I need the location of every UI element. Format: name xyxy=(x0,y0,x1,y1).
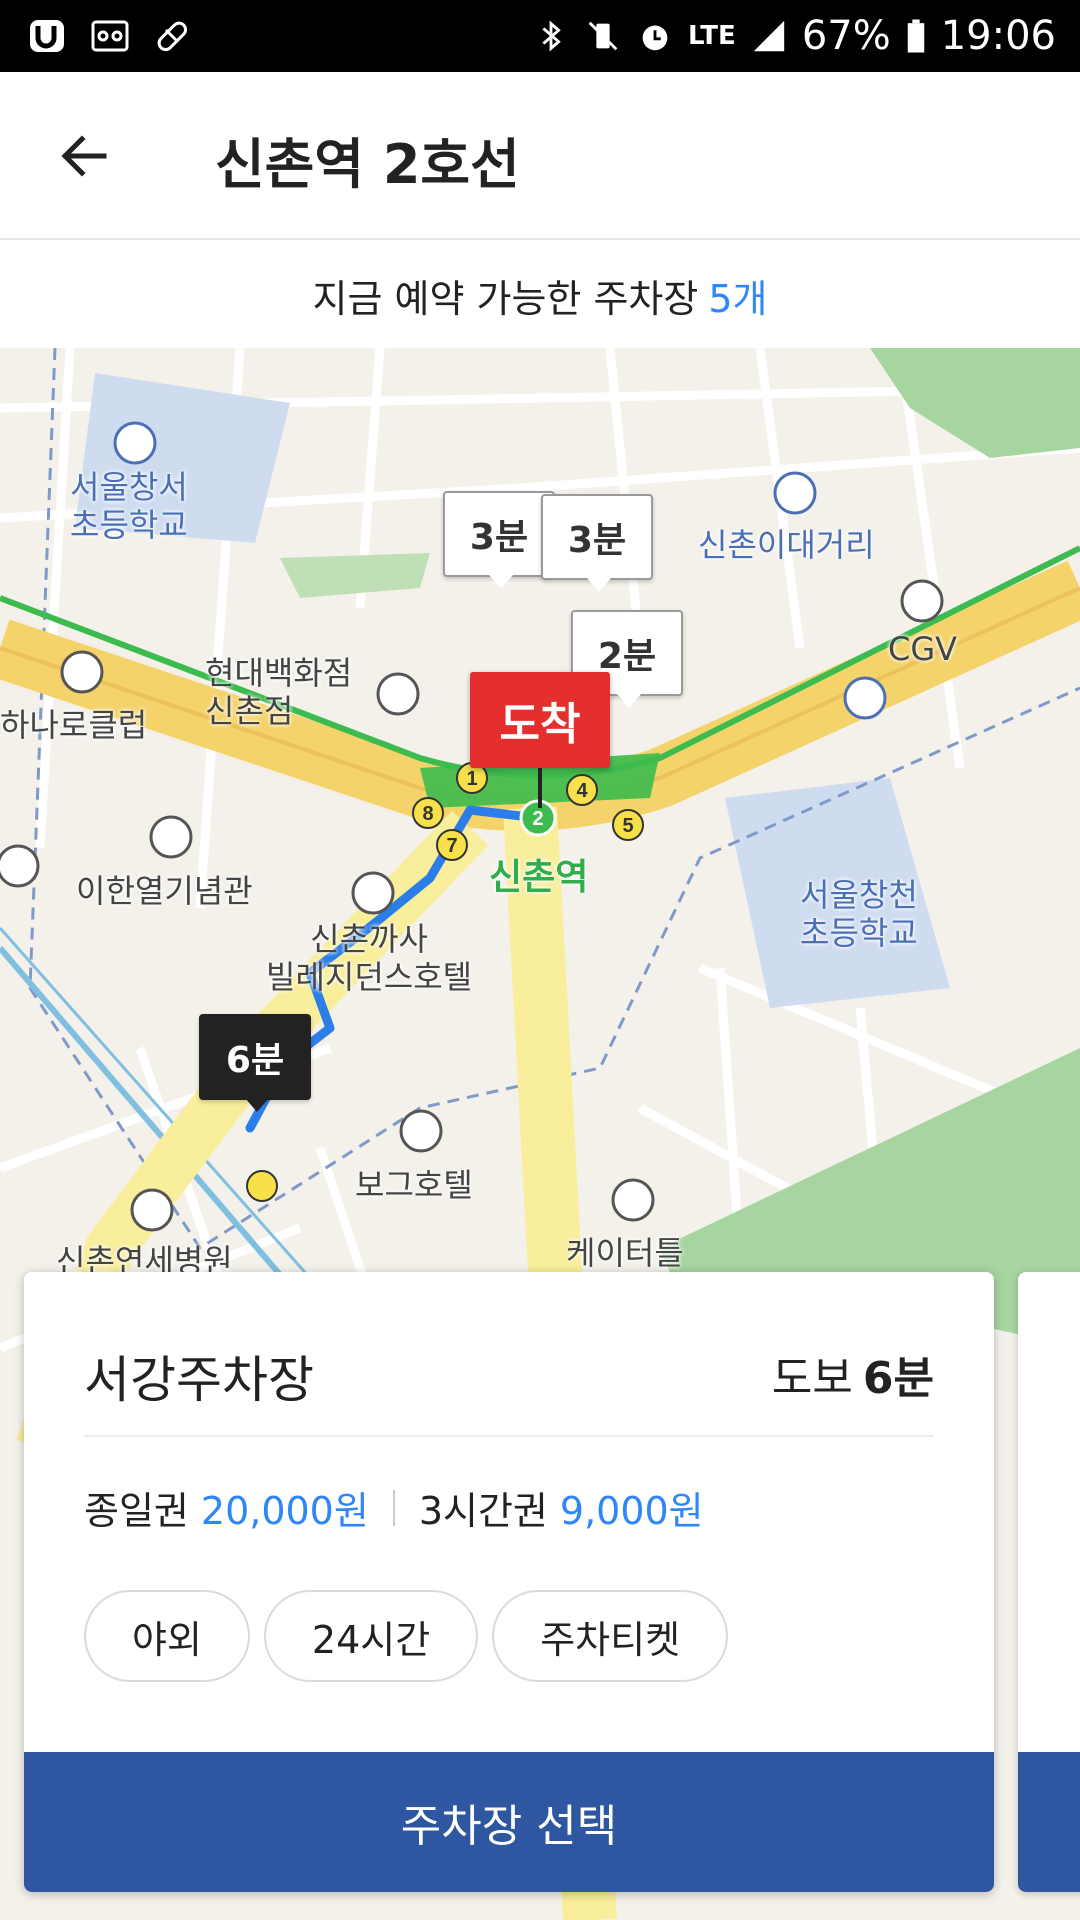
tag-parking-ticket: 주차티켓 xyxy=(492,1590,729,1682)
status-bar: LTE 67% 19:06 xyxy=(0,0,1080,72)
map-label-hotel-1: 신촌까사 빌레지던스호텔 xyxy=(266,920,473,996)
arrival-marker[interactable]: 도착 xyxy=(470,672,610,768)
map-label-memorial: 이한열기념관 xyxy=(76,872,253,910)
lte-icon: LTE xyxy=(688,21,736,51)
bluetooth-icon xyxy=(542,20,561,52)
map-label-intersection: 신촌이대거리 xyxy=(698,526,875,564)
price-day-label: 종일권 xyxy=(84,1489,189,1533)
card-divider xyxy=(84,1435,934,1437)
arrival-pin xyxy=(538,768,542,808)
price-row: 종일권 20,000원 3시간권 9,000원 xyxy=(84,1480,704,1535)
walk-time: 도보 6분 xyxy=(772,1342,934,1406)
signal-icon xyxy=(753,20,785,52)
availability-text: 지금 예약 가능한 주차장 xyxy=(312,276,699,321)
availability-bar: 지금 예약 가능한 주차장 5개 xyxy=(0,242,1080,348)
next-parking-card[interactable] xyxy=(1018,1272,1080,1892)
clock: 19:06 xyxy=(940,13,1056,59)
app-bar: 신촌역 2호선 xyxy=(0,72,1080,240)
exit-number-4: 4 xyxy=(576,780,588,802)
tag-outdoor: 야외 xyxy=(84,1590,250,1682)
price-separator xyxy=(392,1489,395,1526)
exit-number-1: 1 xyxy=(466,768,477,790)
map-label-school-1: 서울창서 초등학교 xyxy=(70,468,188,544)
parking-lot-name: 서강주차장 xyxy=(84,1351,314,1409)
map-label-dept-store: 현대백화점 신촌점 xyxy=(205,654,353,730)
tag-24h: 24시간 xyxy=(263,1590,479,1682)
price-3h-label: 3시간권 xyxy=(418,1489,548,1533)
parking-card[interactable]: 서강주차장 도보 6분 종일권 20,000원 3시간권 9,000원 야외 24… xyxy=(24,1272,994,1892)
exit-number-5: 5 xyxy=(622,815,633,837)
app-u-icon xyxy=(30,20,64,52)
map-label-station: 신촌역 xyxy=(489,857,589,898)
battery-percent: 67% xyxy=(801,13,891,59)
select-parking-button[interactable]: 주차장 선택 xyxy=(24,1752,994,1892)
time-marker-selected[interactable]: 6분 xyxy=(199,1014,311,1112)
park-3 xyxy=(280,553,430,598)
price-3h-value: 9,000원 xyxy=(559,1489,704,1533)
exit-number-7: 7 xyxy=(446,835,457,857)
map-label-cgv: CGV xyxy=(888,630,958,668)
map-label-catering: 케이터틀 xyxy=(566,1234,684,1272)
page-title: 신촌역 2호선 xyxy=(215,133,520,196)
battery-icon xyxy=(907,19,924,53)
back-button[interactable] xyxy=(44,116,124,196)
station-line-badge: 2 xyxy=(532,808,543,830)
exit-number-8: 8 xyxy=(422,803,433,825)
park-1 xyxy=(870,348,1080,458)
walk-minutes: 6분 xyxy=(862,1353,934,1404)
map-label-school-2: 서울창천 초등학교 xyxy=(800,876,918,952)
cassette-icon xyxy=(91,20,129,52)
pill-icon xyxy=(157,21,188,52)
tag-list: 야외 24시간 주차티켓 xyxy=(84,1590,729,1682)
map-label-hotel-2: 보그호텔 xyxy=(355,1166,473,1204)
alarm-icon xyxy=(642,25,668,51)
time-marker[interactable]: 3분 xyxy=(443,491,555,589)
walk-label: 도보 xyxy=(771,1353,853,1404)
availability-count: 5개 xyxy=(708,276,768,321)
time-marker[interactable]: 3분 xyxy=(541,494,653,592)
price-day-value: 20,000원 xyxy=(200,1489,369,1533)
vibrate-icon xyxy=(588,21,618,51)
back-arrow-icon xyxy=(61,135,107,177)
map-label-club: 하나로클럽 xyxy=(0,706,148,744)
